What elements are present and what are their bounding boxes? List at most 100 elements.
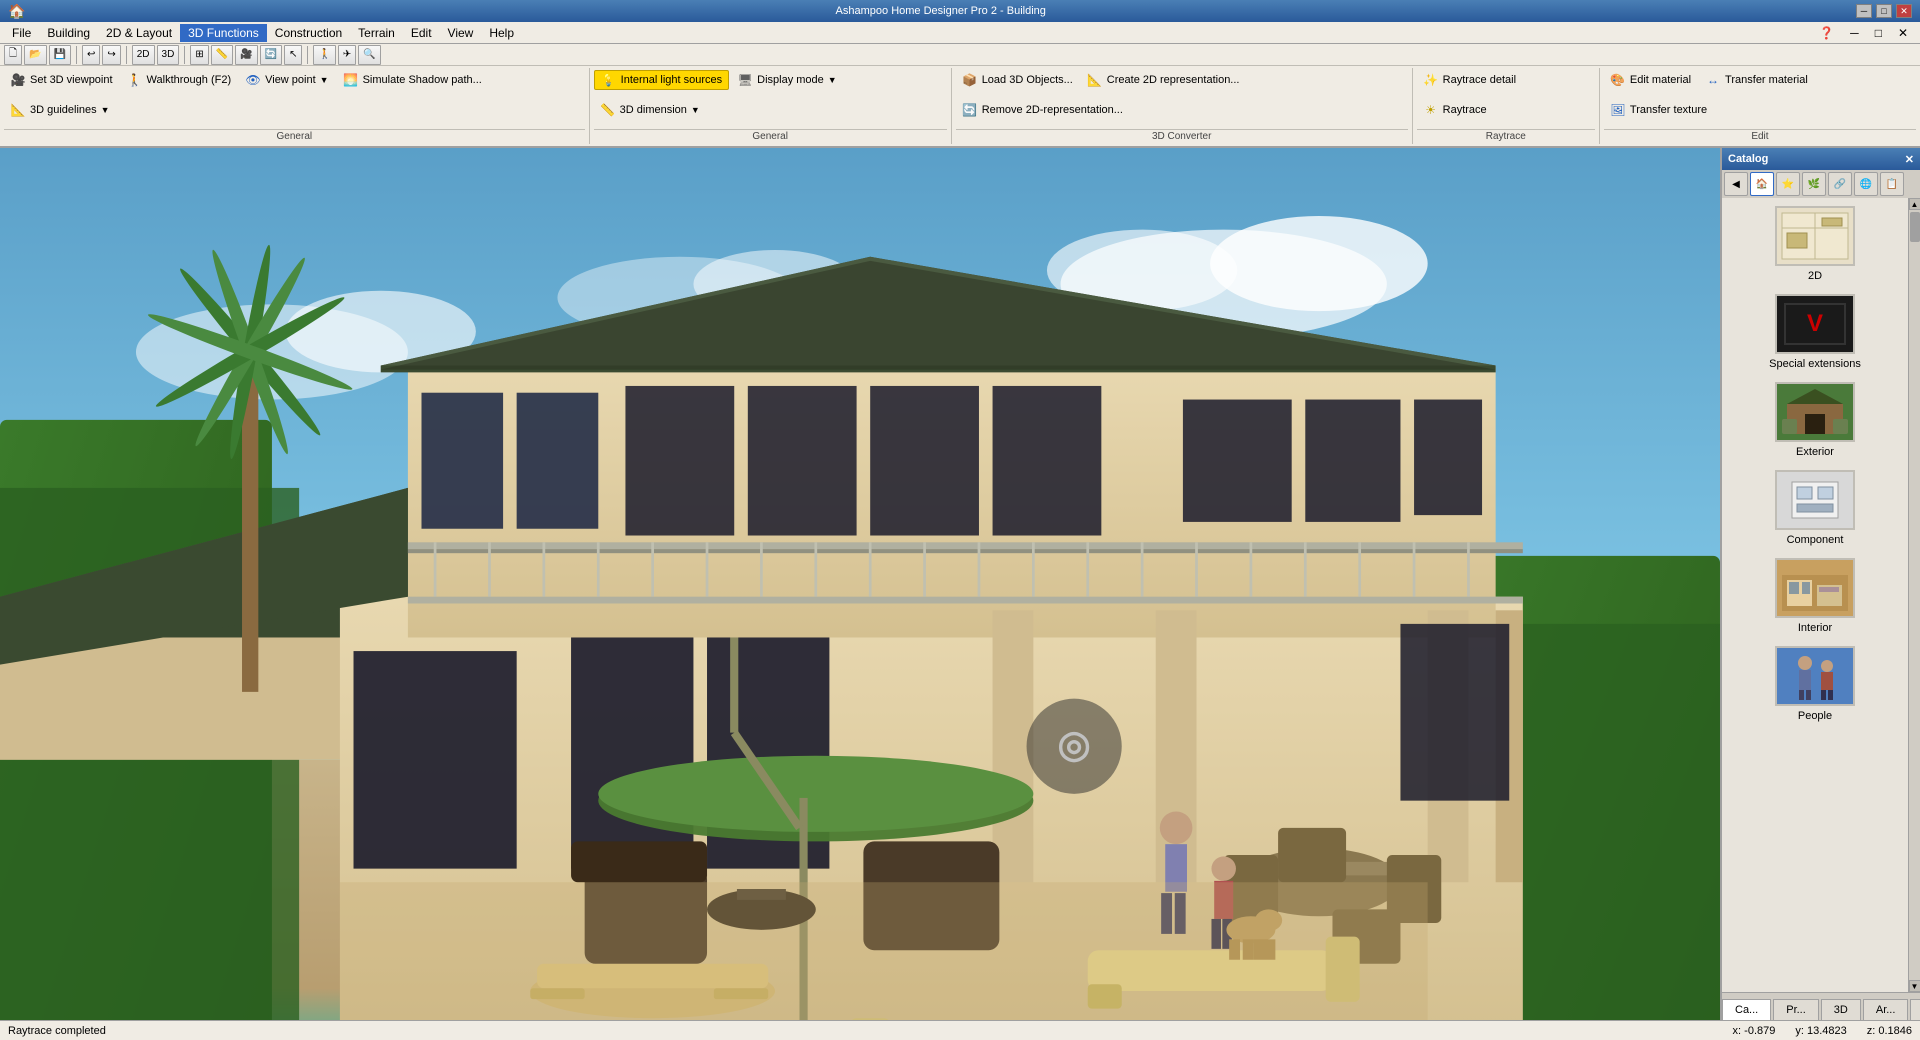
shadow-icon: 🌅 (343, 72, 359, 88)
ribbon-view-point-dropdown[interactable]: ▼ (320, 75, 329, 85)
ribbon-btn-edit-material[interactable]: 🎨 Edit material (1604, 70, 1697, 90)
walkthrough-icon: 🚶 (127, 72, 143, 88)
minimize-button[interactable]: ─ (1856, 4, 1872, 18)
bottom-tab-ar[interactable]: Ar... (1863, 999, 1909, 1020)
toolbar-fly[interactable]: ✈ (338, 45, 356, 65)
catalog-thumb-people (1775, 646, 1855, 706)
toolbar-undo[interactable]: ↩ (82, 45, 100, 65)
toolbar-sep-4 (307, 46, 308, 64)
catalog-tab-list[interactable]: 📋 (1880, 172, 1904, 196)
menubar: File Building 2D & Layout 3D Functions C… (0, 22, 1920, 44)
toolbar-zoom[interactable]: 🔍 (358, 45, 380, 65)
ribbon-transfer-material-label: Transfer material (1725, 74, 1808, 86)
ribbon-view-point-label: View point (265, 74, 316, 86)
menu-terrain[interactable]: Terrain (350, 24, 403, 42)
menu-close[interactable]: ✕ (1890, 24, 1916, 42)
ribbon-btn-simulate-shadow[interactable]: 🌅 Simulate Shadow path... (337, 70, 488, 90)
toolbar-2d[interactable]: 2D (132, 45, 155, 65)
menu-2d-layout[interactable]: 2D & Layout (98, 24, 180, 42)
dimension-icon: 📏 (600, 102, 616, 118)
catalog-item-2d[interactable]: 2D (1730, 206, 1900, 282)
scroll-thumb[interactable] (1910, 212, 1920, 242)
coord-y: y: 13.4823 (1795, 1025, 1846, 1037)
toolbar-walk[interactable]: 🚶 (313, 45, 335, 65)
toolbar-camera[interactable]: 🎥 (235, 45, 257, 65)
toolbar-select[interactable]: ↖ (284, 45, 302, 65)
menu-construction[interactable]: Construction (267, 24, 350, 42)
ribbon-btn-3d-guidelines[interactable]: 📐 3D guidelines ▼ (4, 100, 116, 120)
catalog-tab-plant[interactable]: 🌿 (1802, 172, 1826, 196)
catalog-tab-home[interactable]: 🏠 (1750, 172, 1774, 196)
catalog-label-component: Component (1787, 534, 1844, 546)
viewport-3d[interactable]: ◎ (0, 148, 1720, 1020)
main-content: ◎ Catalog ✕ ◀ 🏠 ⭐ 🌿 🔗 🌐 📋 (0, 148, 1920, 1020)
menu-max[interactable]: □ (1867, 24, 1890, 42)
bottom-tab-qu[interactable]: Qu... (1910, 999, 1920, 1020)
bottom-tab-ca[interactable]: Ca... (1722, 999, 1771, 1020)
ribbon-btn-view-point[interactable]: 👁 View point ▼ (239, 70, 334, 90)
ribbon-btn-remove-2d-rep[interactable]: 🔄 Remove 2D-representation... (956, 100, 1129, 120)
menu-help-icon[interactable]: ❓ (1811, 24, 1842, 42)
bottom-tab-pr[interactable]: Pr... (1773, 999, 1819, 1020)
ribbon-btn-walkthrough[interactable]: 🚶 Walkthrough (F2) (121, 70, 238, 90)
scroll-down-arrow[interactable]: ▼ (1909, 980, 1920, 992)
ribbon-btn-transfer-texture[interactable]: 🖼 Transfer texture (1604, 100, 1713, 120)
toolbar-grid[interactable]: ⊞ (190, 45, 208, 65)
toolbar-new[interactable]: 🗋 (4, 45, 22, 65)
ribbon-btn-raytrace[interactable]: ☀ Raytrace (1417, 100, 1493, 120)
toolbar-3d[interactable]: 3D (157, 45, 180, 65)
ribbon-btn-transfer-material[interactable]: ↔ Transfer material (1699, 70, 1814, 90)
close-button[interactable]: ✕ (1896, 4, 1912, 18)
catalog-tab-globe[interactable]: 🌐 (1854, 172, 1878, 196)
catalog-tab-link[interactable]: 🔗 (1828, 172, 1852, 196)
ribbon-raytrace-detail-label: Raytrace detail (1443, 74, 1516, 86)
ribbon: 🎥 Set 3D viewpoint 🚶 Walkthrough (F2) 👁 … (0, 66, 1920, 146)
ribbon-btn-set-3d-viewpoint[interactable]: 🎥 Set 3D viewpoint (4, 70, 119, 90)
catalog-bottom-tabs: Ca... Pr... 3D Ar... Qu... PV... (1722, 992, 1920, 1020)
catalog-label-special: Special extensions (1769, 358, 1861, 370)
scroll-up-arrow[interactable]: ▲ (1909, 198, 1920, 210)
ribbon-btn-load-3d-objects[interactable]: 📦 Load 3D Objects... (956, 70, 1079, 90)
menu-help[interactable]: Help (481, 24, 522, 42)
toolbar-open[interactable]: 📂 (24, 45, 46, 65)
catalog-tab-star[interactable]: ⭐ (1776, 172, 1800, 196)
ribbon-set-3d-viewpoint-label: Set 3D viewpoint (30, 74, 113, 86)
catalog-tabs: ◀ 🏠 ⭐ 🌿 🔗 🌐 📋 (1722, 170, 1920, 198)
toolbar-save[interactable]: 💾 (49, 45, 71, 65)
menu-min[interactable]: ─ (1842, 24, 1867, 42)
catalog-tab-back[interactable]: ◀ (1724, 172, 1748, 196)
toolbar-redo[interactable]: ↪ (102, 45, 120, 65)
catalog-thumb-component (1775, 470, 1855, 530)
toolbar-rotate[interactable]: 🔄 (260, 45, 282, 65)
menu-file[interactable]: File (4, 24, 39, 42)
ribbon-btn-create-2d-rep[interactable]: 📐 Create 2D representation... (1081, 70, 1246, 90)
bottom-tab-3d[interactable]: 3D (1821, 999, 1861, 1020)
ribbon-btn-display-mode[interactable]: 🖥 Display mode ▼ (731, 70, 843, 90)
catalog-scrollbar[interactable]: ▲ ▼ (1908, 198, 1920, 992)
edit-material-icon: 🎨 (1610, 72, 1626, 88)
ribbon-display-mode-dropdown[interactable]: ▼ (828, 75, 837, 85)
catalog-header: Catalog ✕ (1722, 148, 1920, 170)
ribbon-btn-internal-light-sources[interactable]: 💡 Internal light sources (594, 70, 730, 90)
ribbon-btn-3d-dimension[interactable]: 📏 3D dimension ▼ (594, 100, 706, 120)
menu-edit[interactable]: Edit (403, 24, 440, 42)
ribbon-3d-dimension-label: 3D dimension (620, 104, 687, 116)
catalog-item-exterior[interactable]: Exterior (1730, 382, 1900, 458)
maximize-button[interactable]: □ (1876, 4, 1892, 18)
raytrace-detail-icon: ✨ (1423, 72, 1439, 88)
catalog-item-interior[interactable]: Interior (1730, 558, 1900, 634)
menu-view[interactable]: View (440, 24, 482, 42)
catalog-item-special[interactable]: V Special extensions (1730, 294, 1900, 370)
catalog-item-component[interactable]: Component (1730, 470, 1900, 546)
catalog-label-people: People (1798, 710, 1832, 722)
catalog-close-icon[interactable]: ✕ (1905, 153, 1914, 166)
ribbon-3d-guidelines-dropdown[interactable]: ▼ (101, 105, 110, 115)
catalog-item-people[interactable]: People (1730, 646, 1900, 722)
menu-3d-functions[interactable]: 3D Functions (180, 24, 267, 42)
transfer-texture-icon: 🖼 (1610, 102, 1626, 118)
menu-building[interactable]: Building (39, 24, 98, 42)
ribbon-3d-dimension-dropdown[interactable]: ▼ (691, 105, 700, 115)
ribbon-btn-raytrace-detail[interactable]: ✨ Raytrace detail (1417, 70, 1522, 90)
ribbon-group-general-right-label: General (594, 129, 947, 142)
toolbar-measure[interactable]: 📏 (211, 45, 233, 65)
